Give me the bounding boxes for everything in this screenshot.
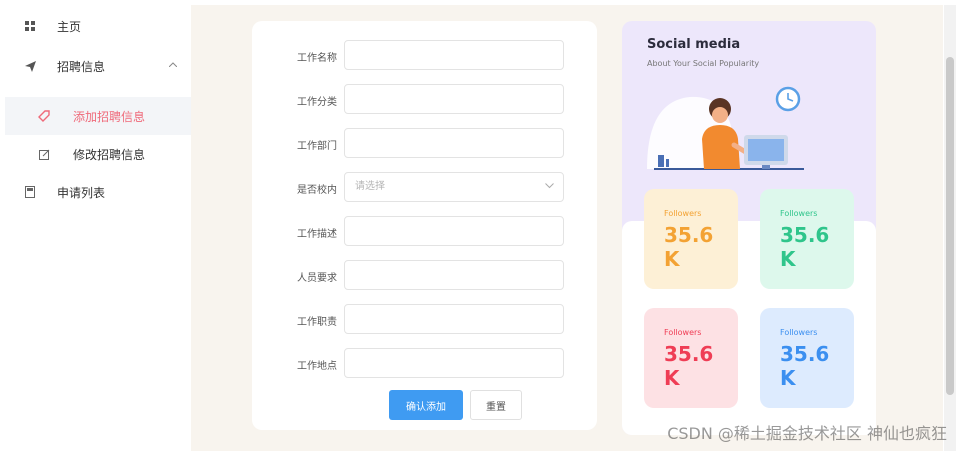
field-label: 工作部门 — [297, 141, 337, 152]
grid-icon — [23, 19, 37, 33]
form-row-description: 工作描述 — [252, 216, 597, 248]
job-form-card: 工作名称 工作分类 工作部门 是否校内 请选择 工作描述 人员要求 工作职责 工… — [252, 21, 597, 430]
stat-label: Followers — [780, 209, 818, 218]
sidebar-item-home[interactable]: 主页 — [5, 7, 191, 45]
stat-card-followers-2: Followers 35.6 K — [760, 189, 854, 289]
field-label: 工作分类 — [297, 97, 337, 108]
sidebar-item-label: 主页 — [57, 19, 82, 34]
sidebar-item-applications[interactable]: 申请列表 — [5, 173, 191, 211]
duties-input[interactable] — [344, 304, 564, 334]
stat-card-followers-1: Followers 35.6 K — [644, 189, 738, 289]
stat-label: Followers — [664, 328, 702, 337]
description-input[interactable] — [344, 216, 564, 246]
form-row-location: 工作地点 — [252, 348, 597, 380]
person-at-computer-illustration — [647, 86, 804, 170]
form-row-duties: 工作职责 — [252, 304, 597, 336]
form-row-job-category: 工作分类 — [252, 84, 597, 116]
field-label: 工作名称 — [297, 53, 337, 64]
sidebar: 主页 招聘信息 添加招聘信息 修改招聘信息 申请列表 — [5, 5, 192, 451]
sidebar-item-label: 修改招聘信息 — [73, 147, 146, 162]
watermark-text: CSDN @稀土掘金技术社区 神仙也疯狂 — [667, 424, 947, 443]
stat-value: 35.6 K — [664, 223, 714, 271]
edit-icon — [37, 147, 51, 161]
vertical-scrollbar[interactable] — [944, 5, 956, 451]
requirements-input[interactable] — [344, 260, 564, 290]
document-icon — [23, 185, 37, 199]
stat-value: 35.6 K — [664, 342, 714, 390]
stat-label: Followers — [780, 328, 818, 337]
send-icon — [23, 59, 37, 73]
form-row-requirements: 人员要求 — [252, 260, 597, 292]
form-row-on-campus: 是否校内 请选择 — [252, 172, 597, 204]
sidebar-item-add-job[interactable]: 添加招聘信息 — [5, 97, 191, 135]
social-media-card: Social media About Your Social Popularit… — [622, 21, 876, 435]
job-category-input[interactable] — [344, 84, 564, 114]
select-placeholder: 请选择 — [355, 181, 385, 192]
submit-button[interactable]: 确认添加 — [389, 390, 463, 420]
tag-icon — [37, 109, 51, 123]
chevron-up-icon — [168, 60, 178, 70]
stat-value: 35.6 K — [780, 223, 830, 271]
sidebar-item-label: 添加招聘信息 — [73, 109, 146, 124]
reset-button[interactable]: 重置 — [470, 390, 522, 420]
scrollbar-thumb[interactable] — [946, 57, 954, 395]
on-campus-select[interactable]: 请选择 — [344, 172, 564, 202]
sidebar-item-label: 招聘信息 — [57, 59, 106, 74]
field-label: 是否校内 — [297, 185, 337, 196]
stat-card-followers-3: Followers 35.6 K — [644, 308, 738, 408]
field-label: 工作地点 — [297, 361, 337, 372]
chevron-down-icon — [545, 173, 554, 201]
social-title: Social media — [647, 37, 741, 52]
field-label: 工作职责 — [297, 317, 337, 328]
stat-value: 35.6 K — [780, 342, 830, 390]
stat-card-followers-4: Followers 35.6 K — [760, 308, 854, 408]
sidebar-item-jobs[interactable]: 招聘信息 — [5, 47, 191, 85]
social-subtitle: About Your Social Popularity — [647, 59, 760, 68]
stat-label: Followers — [664, 209, 702, 218]
sidebar-item-label: 申请列表 — [57, 185, 106, 200]
field-label: 工作描述 — [297, 229, 337, 240]
form-row-department: 工作部门 — [252, 128, 597, 160]
location-input[interactable] — [344, 348, 564, 378]
department-input[interactable] — [344, 128, 564, 158]
field-label: 人员要求 — [297, 273, 337, 284]
form-row-job-name: 工作名称 — [252, 40, 597, 72]
sidebar-item-edit-job[interactable]: 修改招聘信息 — [5, 135, 191, 173]
app-window: 主页 招聘信息 添加招聘信息 修改招聘信息 申请列表 工作名称 工作分类 工作部… — [0, 0, 963, 457]
job-name-input[interactable] — [344, 40, 564, 70]
